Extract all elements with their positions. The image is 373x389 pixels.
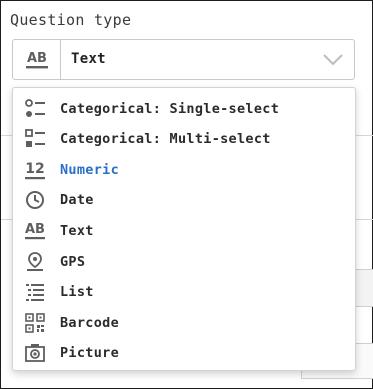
question-type-select[interactable]: AB Text <box>12 39 355 80</box>
question-type-menu: Categorical: Single-select Categorical: … <box>12 87 356 371</box>
menu-item-numeric[interactable]: 12 Numeric <box>13 155 355 185</box>
menu-item-multi-select[interactable]: Categorical: Multi-select <box>13 124 355 154</box>
numeric-icon: 12 <box>23 158 47 182</box>
text-type-icon: AB <box>13 40 61 79</box>
text-type-icon: AB <box>23 219 47 243</box>
menu-item-single-select[interactable]: Categorical: Single-select <box>13 94 355 124</box>
list-icon <box>23 280 47 304</box>
menu-item-barcode[interactable]: Barcode <box>13 308 355 338</box>
multi-select-icon <box>23 127 47 151</box>
svg-text:AB: AB <box>27 51 47 66</box>
question-type-label: Question type <box>10 11 132 29</box>
menu-item-list[interactable]: List <box>13 277 355 307</box>
menu-item-date[interactable]: Date <box>13 185 355 215</box>
chevron-down-icon[interactable] <box>322 52 344 71</box>
menu-item-gps[interactable]: GPS <box>13 247 355 277</box>
clock-icon <box>23 188 47 212</box>
svg-text:12: 12 <box>25 161 44 177</box>
qr-code-icon <box>23 311 47 335</box>
single-select-icon <box>23 97 47 121</box>
svg-text:AB: AB <box>25 222 45 237</box>
camera-icon <box>23 341 47 365</box>
menu-item-picture[interactable]: Picture <box>13 338 355 368</box>
selected-value: Text <box>71 51 106 67</box>
location-pin-icon <box>23 250 47 274</box>
menu-item-text[interactable]: AB Text <box>13 216 355 246</box>
